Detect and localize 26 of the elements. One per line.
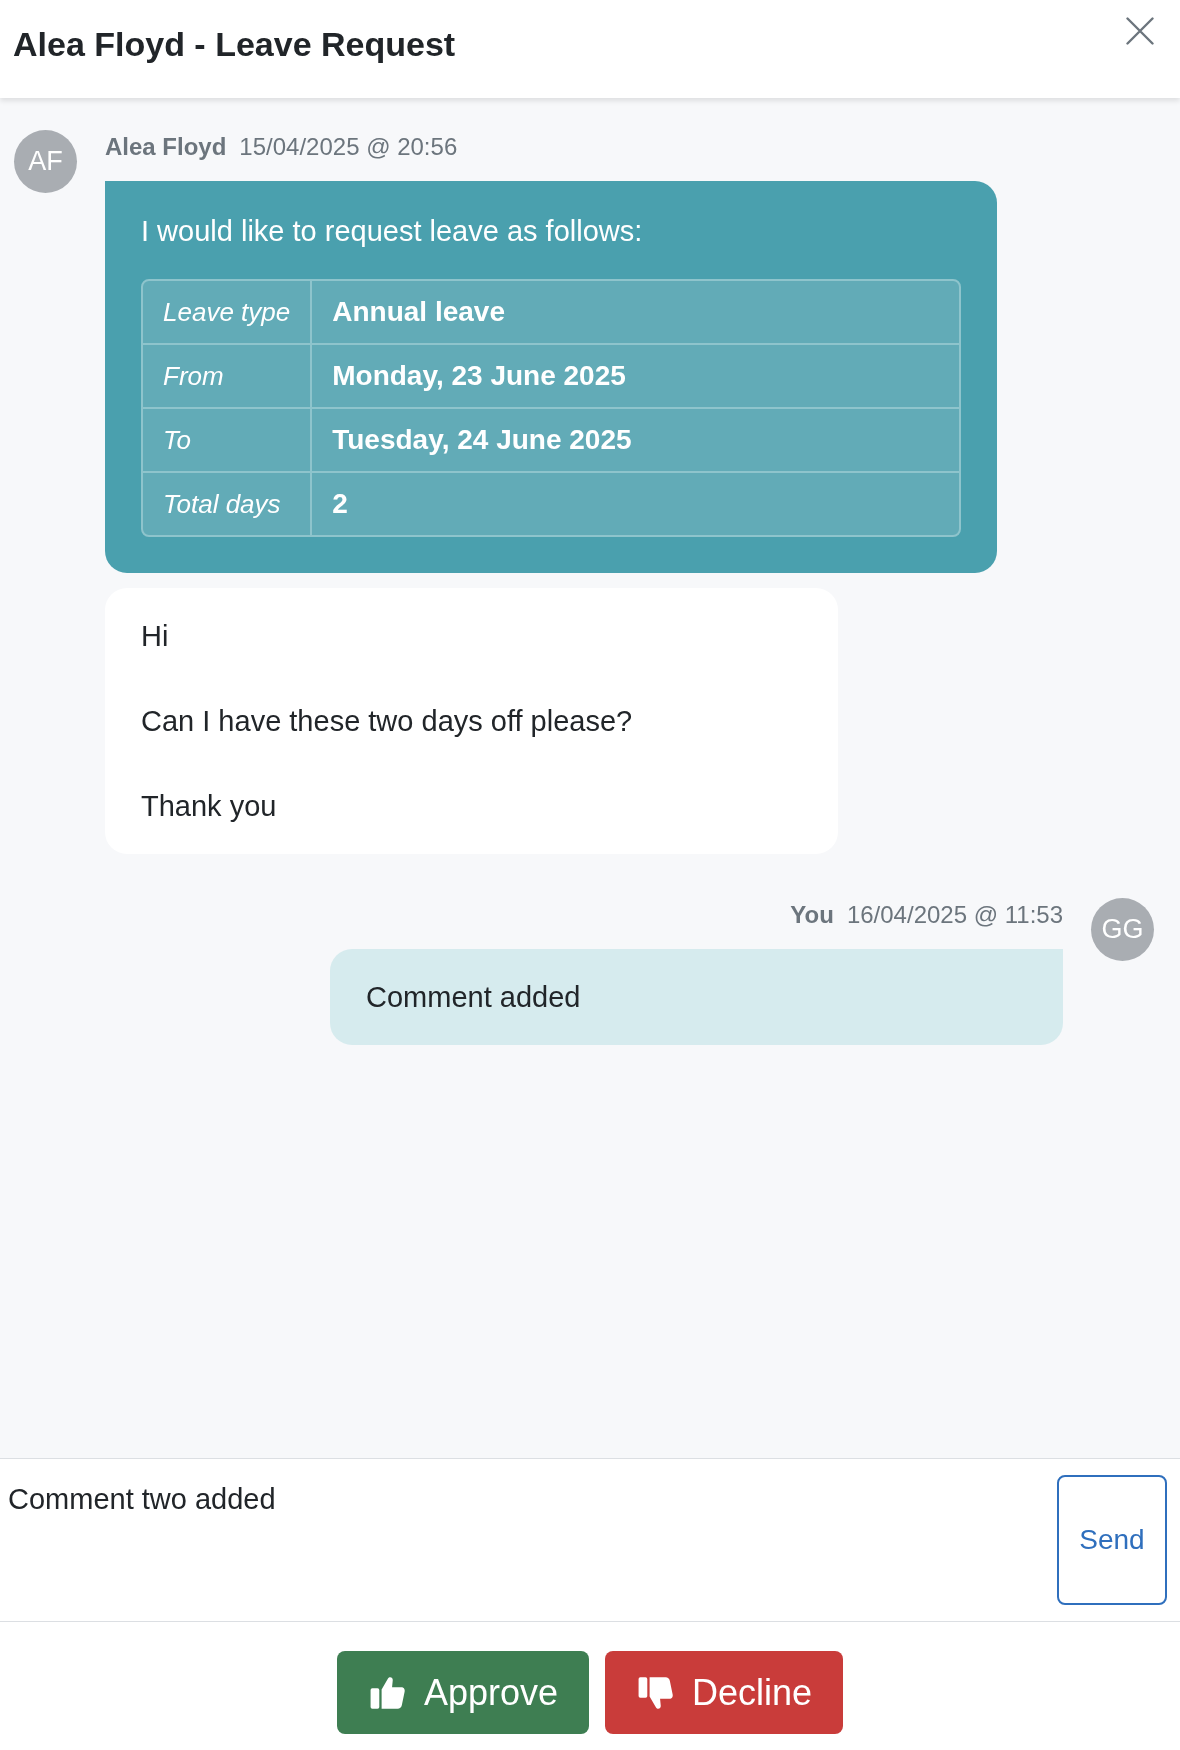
- detail-label: Total days: [143, 471, 313, 535]
- avatar: GG: [1091, 898, 1154, 961]
- decline-button[interactable]: Decline: [605, 1651, 844, 1734]
- dialog-title: Alea Floyd - Leave Request: [13, 24, 456, 64]
- avatar: AF: [14, 130, 77, 193]
- message-text: Thank you: [141, 789, 278, 824]
- detail-value: Monday, 23 June 2025: [312, 343, 959, 407]
- detail-value: 2: [312, 471, 959, 535]
- author-name: Alea Floyd: [105, 132, 227, 162]
- detail-value: Annual leave: [331, 295, 506, 329]
- message-text: Comment added: [366, 980, 582, 1015]
- detail-value: Tuesday, 24 June 2025: [312, 407, 959, 471]
- message-text: Can I have these two days off please?: [141, 704, 634, 739]
- send-button[interactable]: Send: [1057, 1475, 1167, 1605]
- thumbs-up-icon: [369, 1675, 406, 1710]
- message-time: 15/04/2025 @ 20:56: [239, 132, 458, 162]
- message-text: Hi: [141, 619, 170, 654]
- thumbs-down-icon: [638, 1675, 674, 1710]
- message-time: 16/04/2025 @ 11:53: [846, 900, 1063, 930]
- detail-label: Leave type: [143, 281, 313, 343]
- approve-button[interactable]: Approve: [336, 1651, 589, 1734]
- author-name: You: [790, 900, 834, 930]
- detail-label: From: [143, 343, 313, 407]
- message-text: I would like to request leave as follows:: [141, 214, 644, 249]
- detail-label: To: [143, 407, 313, 471]
- close-icon[interactable]: [1126, 17, 1154, 45]
